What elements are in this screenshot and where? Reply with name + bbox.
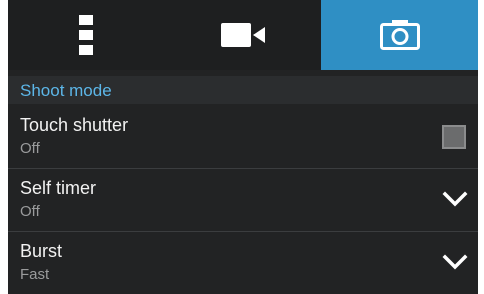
setting-touch-shutter[interactable]: Touch shutter Off [8,106,478,168]
section-title: Shoot mode [20,81,112,100]
chevron-down-icon[interactable] [442,190,468,208]
camera-settings-panel: Shoot mode Touch shutter Off Self timer … [8,0,479,294]
setting-burst[interactable]: Burst Fast [8,232,478,294]
video-camera-icon [221,23,265,47]
setting-title: Burst [20,241,63,261]
tab-camera-settings[interactable] [321,0,479,70]
tab-general-settings[interactable] [8,0,165,70]
setting-title: Self timer [20,178,97,198]
section-header-shoot-mode: Shoot mode [8,76,478,104]
touch-shutter-checkbox[interactable] [442,125,466,149]
chevron-down-icon[interactable] [442,253,468,271]
setting-value: Off [20,140,40,157]
tab-video-settings[interactable] [165,0,322,70]
setting-value: Off [20,203,40,220]
camera-icon [379,20,420,50]
setting-value: Fast [20,266,50,283]
settings-tab-bar [8,0,479,70]
setting-title: Touch shutter [20,115,129,135]
settings-dots-icon [79,15,94,55]
setting-self-timer[interactable]: Self timer Off [8,169,478,231]
